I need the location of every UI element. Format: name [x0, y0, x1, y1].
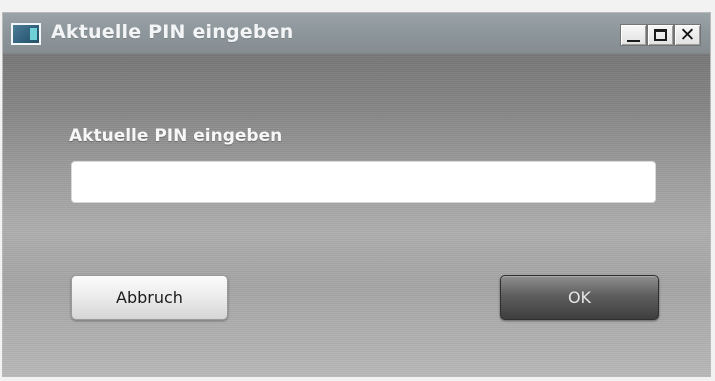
minimize-button[interactable] [620, 24, 647, 46]
window-title: Aktuelle PIN eingeben [51, 21, 294, 43]
maximize-button[interactable] [647, 24, 674, 46]
dialog-body: Aktuelle PIN eingeben Abbruch OK [3, 54, 710, 376]
pin-dialog-window: Aktuelle PIN eingeben ✕ Aktuelle PIN ein… [2, 12, 711, 377]
pin-prompt-label: Aktuelle PIN eingeben [69, 126, 283, 146]
maximize-icon [654, 29, 667, 41]
title-bar[interactable]: Aktuelle PIN eingeben ✕ [3, 13, 710, 54]
ok-button[interactable]: OK [500, 275, 659, 320]
close-button[interactable]: ✕ [674, 24, 701, 46]
close-icon: ✕ [679, 24, 696, 46]
app-window-icon [11, 23, 41, 45]
minimize-icon [627, 40, 640, 42]
cancel-button[interactable]: Abbruch [71, 275, 228, 320]
pin-input[interactable] [71, 161, 656, 203]
